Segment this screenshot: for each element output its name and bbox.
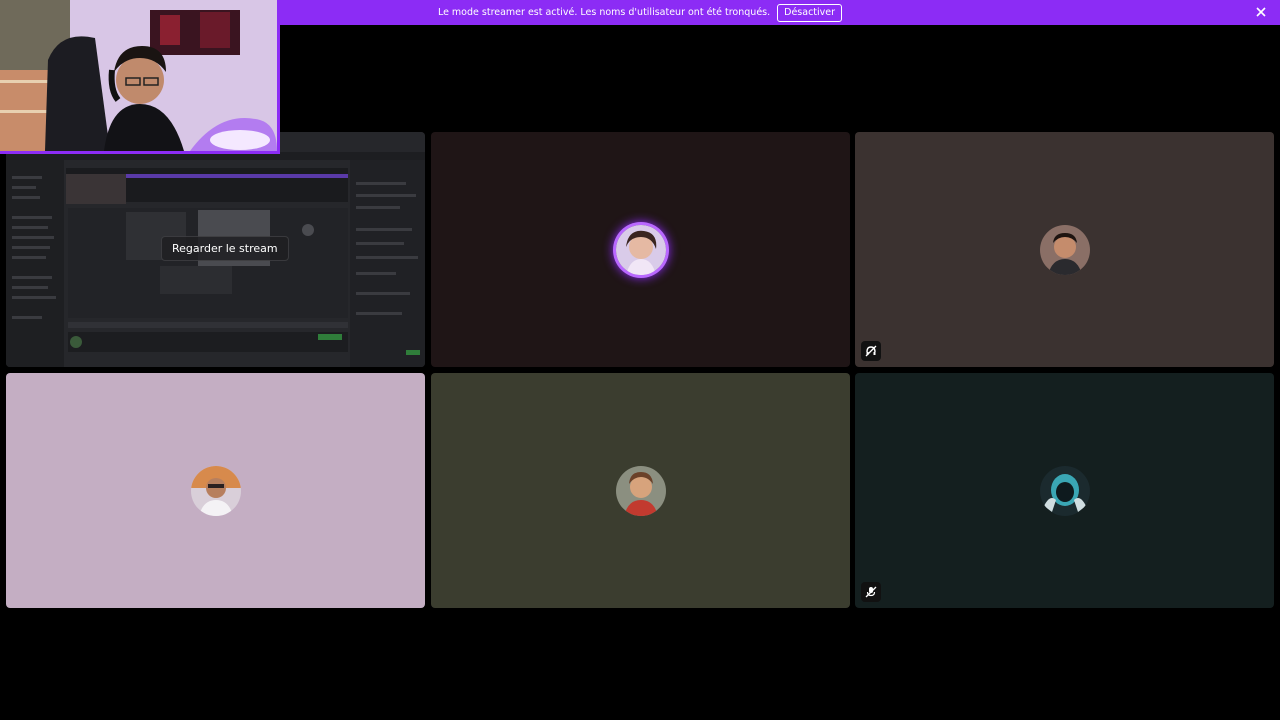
close-icon[interactable] — [1254, 5, 1268, 19]
participant-avatar — [615, 465, 666, 516]
participant-avatar — [615, 224, 666, 275]
stream-tile[interactable]: Regarder le stream — [6, 132, 425, 367]
muted-icon — [861, 582, 881, 602]
participant-tile[interactable] — [431, 373, 850, 608]
participant-tile[interactable] — [431, 132, 850, 367]
webcam-overlay — [0, 0, 280, 154]
banner-message: Le mode streamer est activé. Les noms d'… — [437, 7, 771, 18]
participant-tile[interactable] — [855, 132, 1274, 367]
voice-call-grid: Regarder le stream — [6, 132, 1274, 608]
participant-avatar — [1039, 224, 1090, 275]
participant-tile[interactable] — [855, 373, 1274, 608]
watch-stream-button[interactable]: Regarder le stream — [161, 236, 289, 261]
participant-tile[interactable] — [6, 373, 425, 608]
deafened-icon — [861, 341, 881, 361]
participant-avatar — [1039, 465, 1090, 516]
disable-streamer-mode-button[interactable]: Désactiver — [777, 3, 843, 22]
participant-avatar — [190, 465, 241, 516]
